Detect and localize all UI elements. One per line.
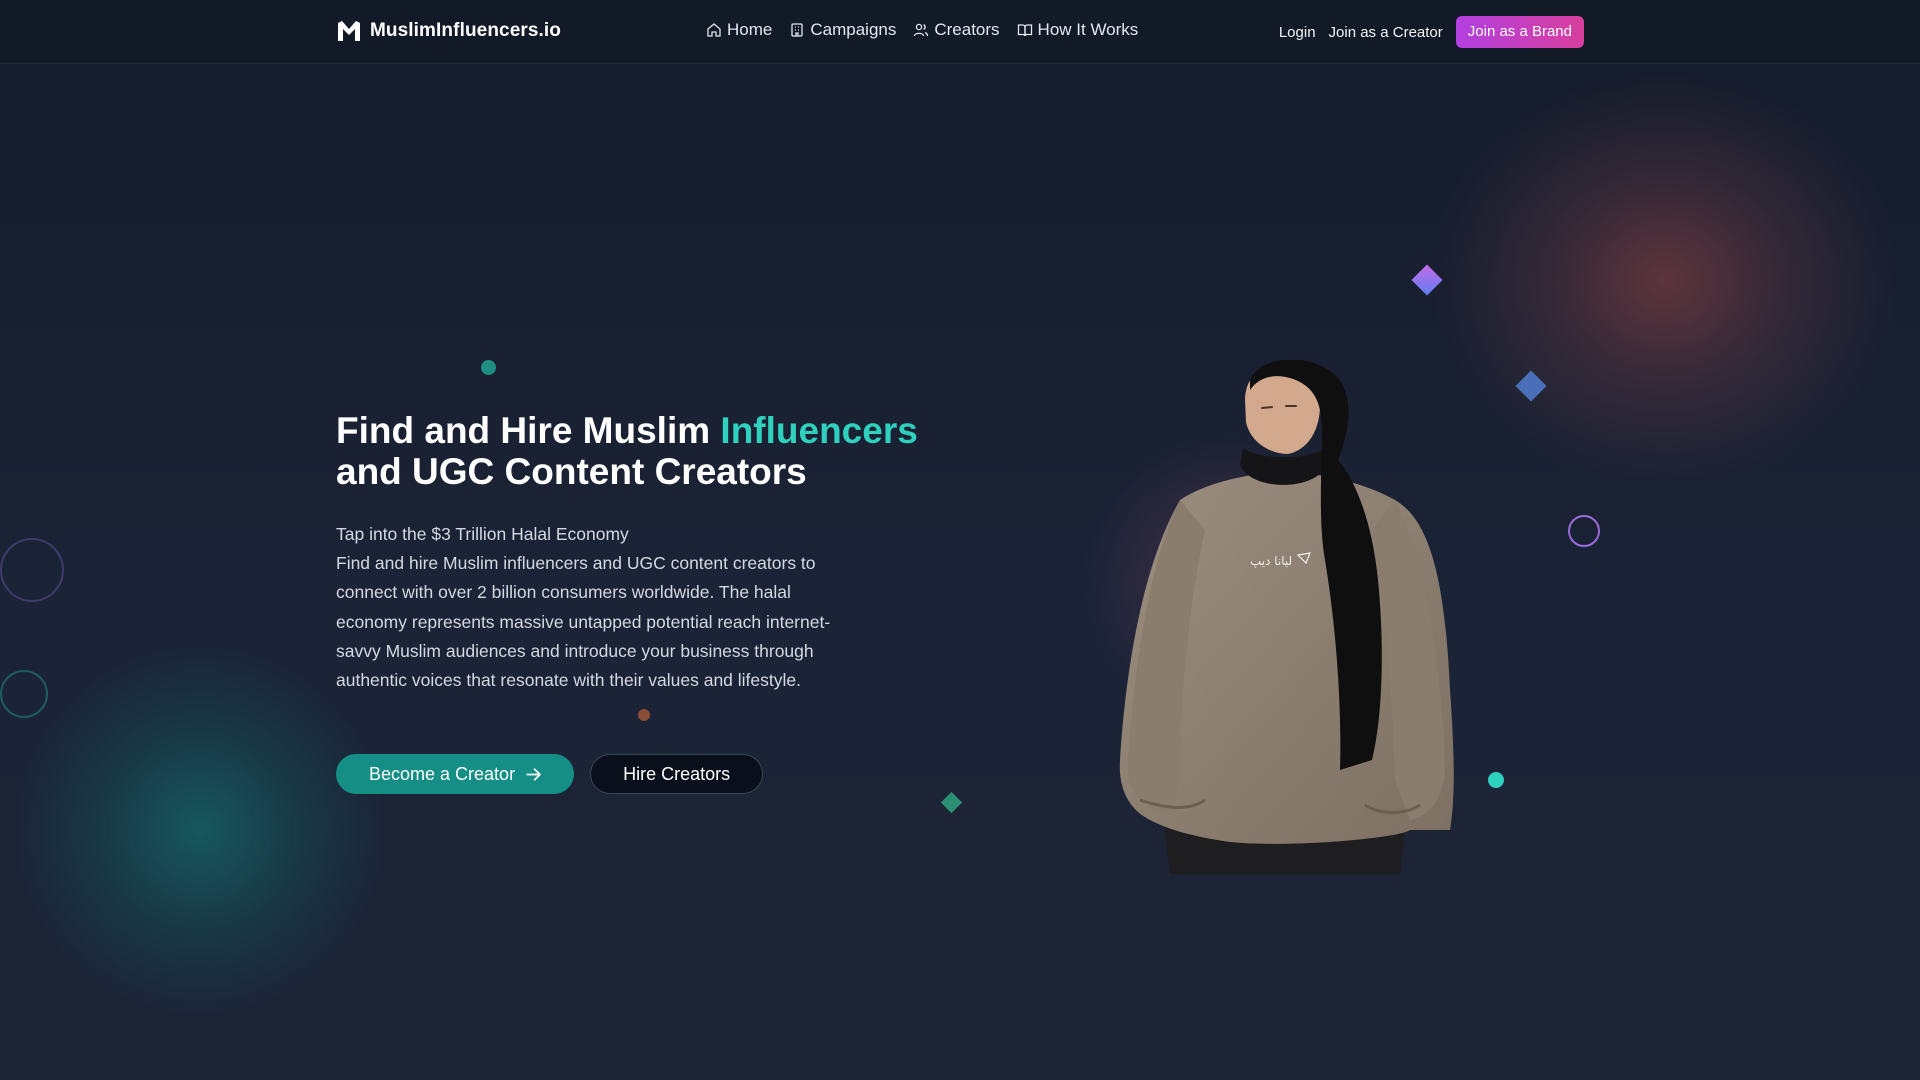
home-icon — [707, 23, 721, 37]
nav-link-label: Home — [727, 20, 773, 39]
nav-link-label: Campaigns — [810, 20, 897, 39]
background-glow-teal — [10, 640, 390, 1020]
hero-model-image: ليانا ديپ — [1119, 360, 1454, 874]
nav-link-label: How It Works — [1037, 20, 1139, 39]
nav-link-home[interactable]: Home — [706, 20, 772, 40]
nav-links: Home Campaigns Creators How It Works — [706, 20, 1138, 40]
decor-dot-bright-teal — [1488, 772, 1504, 788]
sweater-logo-text: ليانا ديپ — [1250, 554, 1292, 568]
users-icon — [914, 23, 929, 37]
hero-title-accent: Influencers — [720, 410, 918, 451]
building-icon — [791, 23, 804, 37]
decor-dot-teal — [481, 360, 496, 375]
join-as-creator-button[interactable]: Join as a Creator — [1329, 24, 1443, 41]
book-icon — [1017, 24, 1032, 37]
logo-m-icon — [338, 21, 360, 41]
hire-creators-label: Hire Creators — [623, 763, 731, 784]
nav-actions: Login Join as a Creator Join as a Brand — [1279, 16, 1584, 48]
decor-ring-purple-large — [0, 538, 64, 602]
decor-ring-teal — [0, 670, 48, 718]
join-as-brand-button[interactable]: Join as a Brand — [1455, 16, 1584, 48]
hero-subtitle-headline: Tap into the $3 Trillion Halal Economy — [336, 524, 629, 544]
become-a-creator-label: Become a Creator — [369, 763, 516, 784]
nav-link-label: Creators — [934, 20, 1000, 39]
decor-ring-violet — [1568, 515, 1600, 547]
nav-link-how-it-works[interactable]: How It Works — [1017, 20, 1139, 40]
logo[interactable]: MuslimInfluencers.io — [336, 19, 561, 43]
hire-creators-button[interactable]: Hire Creators — [590, 754, 764, 794]
decor-dot-orange — [638, 709, 650, 721]
hero-subtitle-body: Find and hire Muslim influencers and UGC… — [336, 553, 831, 691]
login-button[interactable]: Login — [1279, 24, 1316, 41]
background-glow-orange — [1430, 70, 1900, 490]
top-navigation-bar: MuslimInfluencers.io Home Campaigns Crea… — [0, 0, 1920, 64]
hero-title: Find and Hire Muslim Influencers and UGC… — [336, 410, 956, 492]
nav-link-creators[interactable]: Creators — [913, 20, 1000, 40]
hero-buttons: Become a Creator Hire Creators — [336, 754, 764, 794]
page: MuslimInfluencers.io Home Campaigns Crea… — [0, 0, 1920, 1080]
hero-title-part1: Find and Hire Muslim — [336, 410, 721, 451]
become-a-creator-button[interactable]: Become a Creator — [336, 754, 575, 794]
hero-subtitle: Tap into the $3 Trillion Halal Economy F… — [336, 520, 866, 695]
hero-title-part2: and UGC Content Creators — [336, 451, 807, 492]
logo-text: MuslimInfluencers.io — [370, 20, 561, 41]
decor-diamond-green — [940, 791, 963, 814]
arrow-right-icon — [526, 767, 541, 781]
nav-link-campaigns[interactable]: Campaigns — [789, 20, 896, 40]
